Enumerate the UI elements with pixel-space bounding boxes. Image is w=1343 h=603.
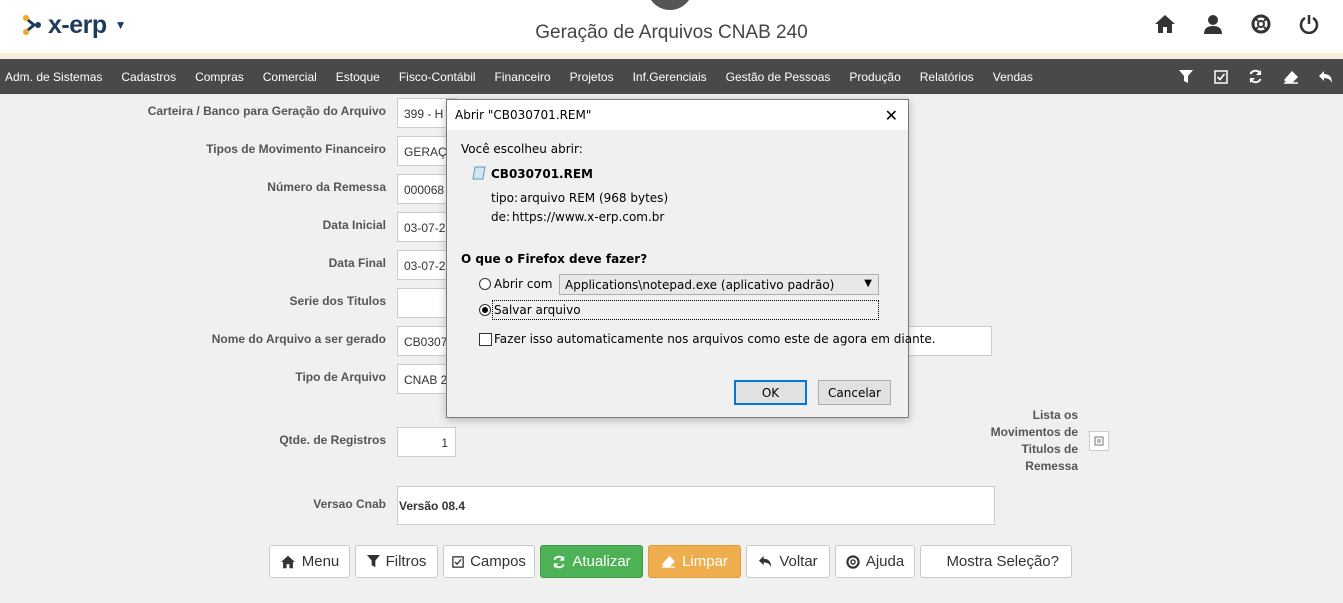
de-value: https://www.x-erp.com.br	[512, 210, 665, 224]
lifebuoy-icon[interactable]	[1249, 12, 1273, 36]
tipo-arquivo-label: Tipo de Arquivo	[295, 370, 386, 384]
back-icon[interactable]	[1308, 59, 1343, 94]
menu-cadastros[interactable]: Cadastros	[121, 70, 176, 84]
app-header: ▼ x-erp ▼ Geração de Arquivos CNAB 240	[0, 0, 1343, 57]
nome-arquivo-label: Nome do Arquivo a ser gerado	[211, 332, 386, 346]
menu-gestao-pessoas[interactable]: Gestão de Pessoas	[726, 70, 831, 84]
ajuda-button[interactable]: Ajuda	[835, 545, 915, 578]
close-icon[interactable]: ✕	[885, 106, 898, 125]
lifebuoy-icon	[846, 554, 860, 569]
collapse-tab[interactable]: ▼	[647, 0, 693, 10]
open-with-value: Applications\notepad.exe (aplicativo pad…	[565, 278, 835, 292]
main-menubar: Adm. de Sistemas Cadastros Compras Comer…	[0, 59, 1343, 94]
menu-producao[interactable]: Produção	[849, 70, 900, 84]
filter-icon[interactable]	[1168, 59, 1203, 94]
checkbox-icon	[452, 555, 464, 568]
save-file-label[interactable]: Salvar arquivo	[494, 303, 581, 317]
refresh-icon	[553, 555, 565, 568]
data-inicial-label: Data Inicial	[322, 218, 386, 232]
versao-cnab-label: Versao Cnab	[313, 497, 386, 511]
menu-estoque[interactable]: Estoque	[336, 70, 380, 84]
chevron-down-icon: ▼	[864, 278, 872, 289]
menu-button[interactable]: Menu	[269, 545, 350, 578]
menu-comercial[interactable]: Comercial	[263, 70, 317, 84]
open-with-radio[interactable]	[479, 278, 491, 290]
auto-label[interactable]: Fazer isso automaticamente nos arquivos …	[494, 332, 936, 346]
home-icon[interactable]	[1153, 12, 1177, 36]
eraser-icon	[662, 555, 676, 568]
numero-remessa-label: Número da Remessa	[267, 180, 386, 194]
qtde-registros-label: Qtde. de Registros	[279, 433, 386, 447]
dialog-titlebar: Abrir "CB030701.REM" ✕	[447, 100, 908, 130]
save-file-radio[interactable]	[479, 304, 491, 316]
power-icon[interactable]	[1297, 12, 1321, 36]
ok-button[interactable]: OK	[734, 380, 807, 405]
back-icon	[759, 555, 772, 568]
versao-cnab-input[interactable]: Versão 08.4	[397, 486, 995, 525]
voltar-button[interactable]: Voltar	[746, 545, 830, 578]
menu-vendas[interactable]: Vendas	[993, 70, 1033, 84]
atualizar-button[interactable]: Atualizar	[540, 545, 643, 578]
open-with-select[interactable]: Applications\notepad.exe (aplicativo pad…	[559, 274, 879, 295]
filter-icon	[366, 555, 380, 568]
campos-button[interactable]: Campos	[443, 545, 535, 578]
carteira-label: Carteira / Banco para Geração do Arquivo	[147, 104, 386, 118]
tipo-label: tipo:	[491, 191, 519, 205]
menu-adm-sistemas[interactable]: Adm. de Sistemas	[5, 70, 102, 84]
menu-fisco-contabil[interactable]: Fisco-Contábil	[399, 70, 476, 84]
dialog-filename: CB030701.REM	[491, 167, 593, 181]
filtros-button[interactable]: Filtros	[355, 545, 438, 578]
eraser-icon[interactable]	[1273, 59, 1308, 94]
dialog-question: O que o Firefox deve fazer?	[461, 252, 648, 266]
file-icon	[472, 166, 486, 180]
cancel-button[interactable]: Cancelar	[818, 380, 891, 405]
checkbox-icon[interactable]	[1203, 59, 1238, 94]
refresh-icon[interactable]	[1238, 59, 1273, 94]
user-icon[interactable]	[1201, 12, 1225, 36]
chose-text: Você escolheu abrir:	[461, 142, 583, 156]
auto-checkbox[interactable]	[479, 333, 492, 346]
lista-movimentos-button[interactable]	[1089, 431, 1109, 451]
open-with-label[interactable]: Abrir com	[494, 277, 552, 291]
limpar-button[interactable]: Limpar	[648, 545, 741, 578]
qtde-registros-input[interactable]: 1	[397, 427, 456, 457]
menu-financeiro[interactable]: Financeiro	[495, 70, 551, 84]
mostra-selecao-button[interactable]: Mostra Seleção?	[920, 545, 1072, 578]
list-icon	[1094, 436, 1104, 446]
home-icon	[280, 555, 295, 568]
menu-projetos[interactable]: Projetos	[570, 70, 614, 84]
menu-compras[interactable]: Compras	[195, 70, 244, 84]
lista-movimentos-label: Lista os Movimentos de Titulos de Remess…	[990, 408, 1078, 473]
serie-titulos-label: Serie dos Titulos	[289, 294, 386, 308]
data-final-label: Data Final	[328, 256, 386, 270]
tipos-movimento-label: Tipos de Movimento Financeiro	[206, 142, 386, 156]
menu-relatorios[interactable]: Relatórios	[920, 70, 974, 84]
chevron-down-icon: ▼	[664, 0, 675, 2]
dialog-title: Abrir "CB030701.REM"	[455, 108, 592, 122]
de-label: de:	[491, 210, 511, 224]
open-file-dialog: Abrir "CB030701.REM" ✕ Você escolheu abr…	[446, 99, 936, 418]
tipo-value: arquivo REM (968 bytes)	[520, 191, 669, 205]
menu-inf-gerenciais[interactable]: Inf.Gerenciais	[633, 70, 707, 84]
